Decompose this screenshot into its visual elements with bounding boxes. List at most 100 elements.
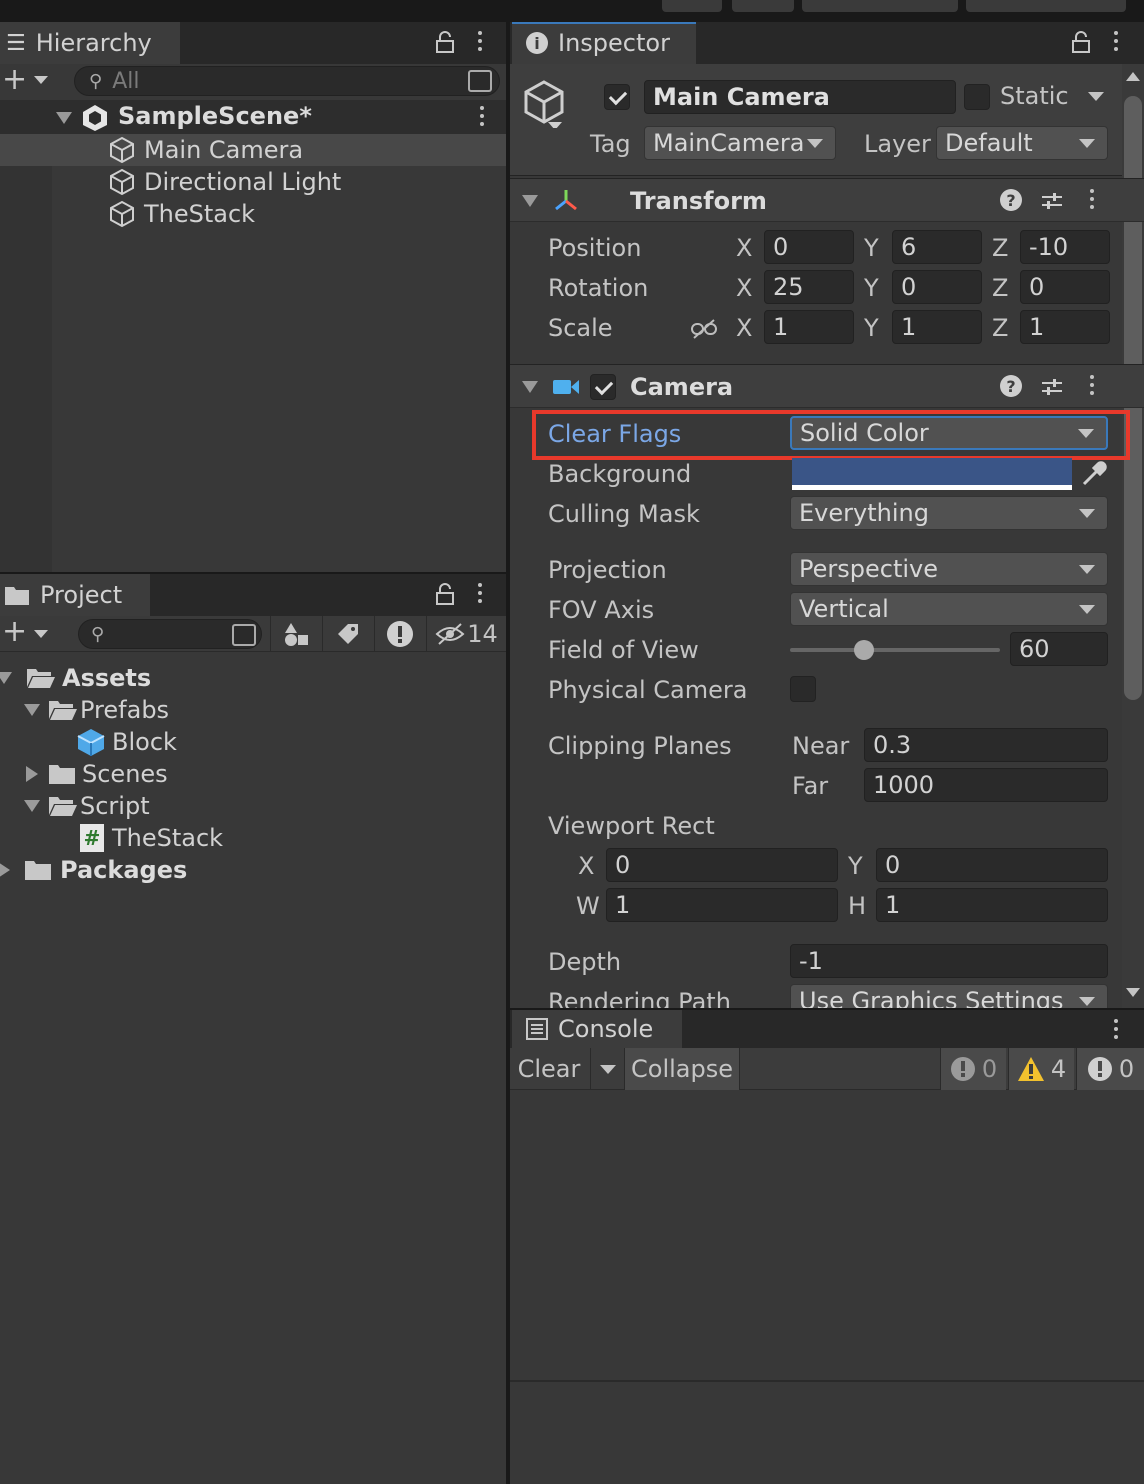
axis-x-label[interactable]: X (736, 314, 752, 342)
viewport-x-label[interactable]: X (578, 852, 594, 880)
preset-icon[interactable] (1040, 189, 1064, 213)
axis-y-label[interactable]: Y (864, 274, 879, 302)
axis-z-label[interactable]: Z (992, 234, 1008, 262)
viewport-h-label[interactable]: H (848, 892, 866, 920)
fov-input[interactable]: 60 (1010, 632, 1108, 666)
rotation-z-input[interactable]: 0 (1020, 270, 1110, 304)
chevron-down-icon[interactable] (34, 630, 48, 638)
hierarchy-search-input[interactable]: ⚲ All (74, 66, 500, 96)
axis-x-label[interactable]: X (736, 234, 752, 262)
console-log-area[interactable] (510, 1090, 1144, 1380)
culling-mask-dropdown[interactable]: Everything (790, 496, 1108, 530)
scale-x-input[interactable]: 1 (764, 310, 854, 344)
tab-inspector[interactable]: i Inspector (512, 22, 696, 64)
lock-icon[interactable] (434, 582, 456, 610)
viewport-y-input[interactable]: 0 (876, 848, 1108, 882)
search-mode-icon[interactable] (232, 624, 256, 646)
help-icon[interactable]: ? (1000, 375, 1022, 397)
hidden-packages-button[interactable]: 14 (426, 616, 506, 652)
fov-axis-dropdown[interactable]: Vertical (790, 592, 1108, 626)
layer-dropdown[interactable]: Default (936, 126, 1108, 160)
project-asset-thestack-script[interactable]: # TheStack (80, 822, 223, 854)
position-y-input[interactable]: 6 (892, 230, 982, 264)
clear-options-button[interactable] (590, 1048, 624, 1090)
eyedropper-icon[interactable] (1080, 460, 1108, 488)
search-mode-icon[interactable] (468, 70, 492, 92)
tab-hierarchy[interactable]: ☰ Hierarchy (0, 22, 180, 64)
scene-options-icon[interactable] (480, 106, 484, 130)
expand-icon[interactable] (26, 766, 38, 782)
rotation-y-input[interactable]: 0 (892, 270, 982, 304)
hierarchy-item-directional-light[interactable]: Directional Light (108, 166, 341, 198)
expand-icon[interactable] (24, 800, 40, 812)
clear-button[interactable]: Clear (510, 1048, 588, 1090)
fov-slider-handle[interactable] (854, 640, 874, 660)
project-folder-assets[interactable]: Assets (0, 662, 151, 694)
axis-z-label[interactable]: Z (992, 274, 1008, 302)
static-checkbox[interactable] (964, 84, 990, 110)
layout-dropdown[interactable] (966, 0, 1126, 12)
background-color-field[interactable] (792, 458, 1072, 490)
scroll-up-icon[interactable] (1126, 72, 1140, 81)
scroll-down-icon[interactable] (1126, 988, 1140, 997)
project-folder-script[interactable]: Script (24, 790, 150, 822)
lock-icon[interactable] (434, 30, 456, 58)
position-x-input[interactable]: 0 (764, 230, 854, 264)
scale-z-input[interactable]: 1 (1020, 310, 1110, 344)
toolbar-button[interactable] (662, 0, 722, 12)
horizontal-splitter[interactable] (510, 1008, 1144, 1010)
active-checkbox[interactable] (604, 84, 630, 110)
clear-flags-dropdown[interactable]: Solid Color (790, 416, 1108, 450)
tag-dropdown[interactable]: MainCamera (644, 126, 836, 160)
scene-row[interactable]: SampleScene* (0, 100, 506, 134)
depth-input[interactable]: -1 (790, 944, 1108, 978)
more-options-icon[interactable] (1114, 31, 1118, 55)
object-name-input[interactable]: Main Camera (644, 80, 956, 114)
filter-by-error-button[interactable] (374, 616, 424, 652)
preset-icon[interactable] (1040, 375, 1064, 399)
toolbar-button[interactable] (732, 0, 794, 12)
console-detail-area[interactable] (510, 1382, 1144, 1484)
axis-z-label[interactable]: Z (992, 314, 1008, 342)
add-icon[interactable]: + (2, 614, 27, 649)
collapse-icon[interactable] (522, 195, 538, 207)
viewport-y-label[interactable]: Y (848, 852, 863, 880)
message-filter-button[interactable]: 0 (1076, 1048, 1144, 1090)
axis-y-label[interactable]: Y (864, 234, 879, 262)
expand-icon[interactable] (24, 704, 40, 716)
lock-icon[interactable] (1070, 30, 1092, 58)
fov-slider-track[interactable] (790, 648, 1000, 652)
more-options-icon[interactable] (478, 31, 482, 55)
viewport-w-input[interactable]: 1 (606, 888, 838, 922)
viewport-w-label[interactable]: W (576, 892, 600, 920)
filter-by-type-button[interactable] (270, 616, 320, 652)
tab-console[interactable]: Console (512, 1010, 682, 1048)
more-options-icon[interactable] (1114, 1019, 1118, 1043)
layers-dropdown[interactable] (802, 0, 958, 12)
viewport-h-input[interactable]: 1 (876, 888, 1108, 922)
transform-header[interactable]: Transform ? (510, 178, 1144, 222)
horizontal-splitter[interactable] (0, 572, 506, 574)
camera-header[interactable]: Camera ? (510, 364, 1144, 408)
viewport-x-input[interactable]: 0 (606, 848, 838, 882)
camera-enabled-checkbox[interactable] (590, 374, 616, 400)
project-folder-prefabs[interactable]: Prefabs (24, 694, 169, 726)
near-input[interactable]: 0.3 (864, 728, 1108, 762)
rendering-path-dropdown[interactable]: Use Graphics Settings (790, 984, 1108, 1008)
hierarchy-item-thestack[interactable]: TheStack (108, 198, 255, 230)
expand-icon[interactable] (0, 862, 10, 878)
component-options-icon[interactable] (1090, 375, 1094, 399)
add-icon[interactable]: + (2, 62, 27, 97)
collapse-button[interactable]: Collapse (624, 1048, 740, 1090)
axis-x-label[interactable]: X (736, 274, 752, 302)
collapse-icon[interactable] (522, 381, 538, 393)
filter-by-label-button[interactable] (322, 616, 372, 652)
rotation-x-input[interactable]: 25 (764, 270, 854, 304)
projection-dropdown[interactable]: Perspective (790, 552, 1108, 586)
expand-icon[interactable] (0, 672, 12, 684)
error-filter-button[interactable]: 0 (940, 1048, 1006, 1090)
link-broken-icon[interactable] (690, 318, 718, 340)
warning-filter-button[interactable]: 4 (1008, 1048, 1074, 1090)
expand-scene-icon[interactable] (56, 112, 72, 124)
component-options-icon[interactable] (1090, 189, 1094, 213)
